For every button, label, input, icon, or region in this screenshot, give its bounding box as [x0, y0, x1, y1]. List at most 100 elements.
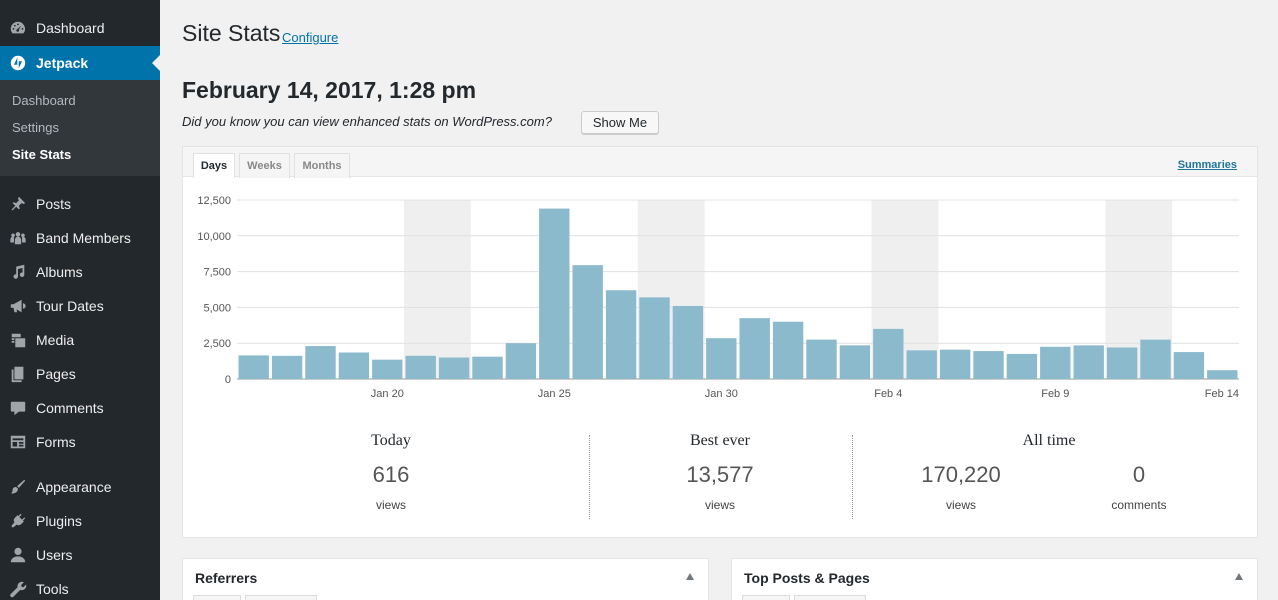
referrers-title: Referrers [195, 570, 258, 586]
sidebar-item-label: Appearance [36, 479, 112, 495]
sidebar-item-tour-dates[interactable]: Tour Dates [0, 289, 160, 323]
chart-bar [906, 350, 937, 379]
today-views-unit: views [375, 498, 406, 512]
today-label: Today [371, 432, 411, 449]
jetpack-icon [0, 54, 36, 72]
chart-bar [372, 359, 403, 379]
enhanced-stats-notice: Did you know you can view enhanced stats… [182, 114, 552, 129]
sidebar-item-tools[interactable]: Tools [0, 572, 160, 600]
period-tabs: Days Weeks Months Summaries [183, 147, 1257, 178]
sidebar-item-label: Posts [36, 196, 72, 212]
chart-bar [706, 338, 737, 379]
box-tab[interactable] [193, 595, 241, 600]
sidebar-item-label: Jetpack [36, 55, 89, 71]
collapse-arrow-icon[interactable] [686, 573, 694, 580]
today-views-value: 616 [372, 462, 410, 487]
dashboard-icon [0, 19, 36, 37]
tab-days[interactable]: Days [193, 153, 235, 178]
chart-bar [806, 339, 837, 379]
sidebar-item-comments[interactable]: Comments [0, 391, 160, 425]
box-tab[interactable] [245, 595, 317, 600]
sidebar-item-albums[interactable]: Albums [0, 255, 160, 289]
best-ever-label: Best ever [690, 432, 750, 449]
sidebar-item-pages[interactable]: Pages [0, 357, 160, 391]
submenu-dashboard[interactable]: Dashboard [12, 93, 76, 108]
show-me-button[interactable]: Show Me [581, 111, 659, 134]
chart-bar [605, 290, 637, 379]
sidebar-item-label: Media [36, 332, 75, 348]
chart-bar [772, 321, 804, 379]
sidebar-item-label: Tour Dates [36, 298, 104, 314]
sidebar-item-forms[interactable]: Forms [0, 425, 160, 459]
sidebar-item-label: Pages [36, 366, 76, 382]
sidebar-item-label: Tools [36, 581, 69, 597]
all-time-comments-unit: comments [1111, 498, 1167, 512]
sidebar-item-users[interactable]: Users [0, 538, 160, 572]
top-posts-box: Top Posts & Pages [731, 558, 1258, 600]
all-time-views-unit: views [945, 498, 976, 512]
best-ever-value: 13,577 [686, 462, 754, 487]
y-tick-label: 0 [225, 374, 231, 386]
page-title: Site Stats [182, 20, 281, 46]
brush-icon [0, 478, 36, 496]
sidebar-item-jetpack[interactable]: Jetpack [0, 46, 160, 80]
sidebar-item-label: Forms [36, 434, 76, 450]
tab-weeks[interactable]: Weeks [239, 153, 290, 178]
box-tab[interactable] [794, 595, 866, 600]
x-tick-label: Jan 30 [705, 388, 738, 400]
sidebar-item-label: Plugins [36, 513, 82, 529]
chart-bar [338, 352, 370, 379]
stats-divider [852, 435, 853, 519]
top-posts-title: Top Posts & Pages [744, 570, 870, 586]
admin-sidebar: Dashboard Jetpack Dashboard Settings Sit… [0, 0, 160, 600]
chart-bar [271, 355, 303, 379]
chart-bar [1207, 370, 1238, 379]
chart-bar [305, 346, 336, 379]
chart-bar [1006, 353, 1038, 379]
pin-icon [0, 195, 36, 213]
summaries-link[interactable]: Summaries [1178, 159, 1237, 171]
y-tick-label: 7,500 [203, 267, 231, 279]
y-tick-label: 2,500 [203, 338, 231, 350]
stats-divider [589, 435, 590, 519]
sidebar-item-label: Band Members [36, 230, 131, 246]
x-tick-label: Jan 25 [538, 388, 571, 400]
submenu-settings[interactable]: Settings [12, 120, 59, 135]
pages-icon [0, 365, 36, 383]
stats-panel: Days Weeks Months Summaries 0 2,500 5,000 7… [182, 146, 1258, 538]
media-icon [0, 331, 36, 349]
collapse-arrow-icon[interactable] [1235, 573, 1243, 580]
sidebar-item-label: Dashboard [36, 20, 105, 36]
sidebar-item-plugins[interactable]: Plugins [0, 504, 160, 538]
sidebar-item-dashboard[interactable]: Dashboard [0, 11, 160, 45]
sidebar-item-appearance[interactable]: Appearance [0, 470, 160, 504]
all-time-views-value: 170,220 [921, 462, 1001, 487]
chart-bar [472, 356, 503, 379]
stats-summary: Today 616 views Best ever 13,577 views A… [183, 432, 1257, 522]
box-tab[interactable] [742, 595, 790, 600]
groups-icon [0, 229, 36, 247]
all-time-label: All time [1022, 432, 1076, 449]
chart-bar [572, 265, 603, 379]
x-tick-label: Jan 20 [371, 388, 404, 400]
y-tick-label: 12,500 [197, 195, 231, 207]
jetpack-submenu: Dashboard Settings Site Stats [0, 80, 160, 176]
chart-bar [873, 328, 904, 379]
sidebar-item-media[interactable]: Media [0, 323, 160, 357]
chart-bar [1140, 339, 1171, 379]
submenu-site-stats[interactable]: Site Stats [12, 147, 71, 162]
sidebar-item-band-members[interactable]: Band Members [0, 221, 160, 255]
chart-bar [1106, 347, 1138, 379]
tab-months[interactable]: Months [294, 153, 350, 178]
x-tick-label: Feb 4 [874, 388, 902, 400]
music-icon [0, 263, 36, 281]
chart-bar [639, 297, 670, 379]
chart-bar [1073, 345, 1104, 379]
chart-bar [939, 349, 971, 379]
plugin-icon [0, 512, 36, 530]
comment-icon [0, 399, 36, 417]
sidebar-item-label: Users [36, 547, 73, 563]
user-icon [0, 546, 36, 564]
configure-link[interactable]: Configure [282, 30, 338, 45]
sidebar-item-posts[interactable]: Posts [0, 187, 160, 221]
